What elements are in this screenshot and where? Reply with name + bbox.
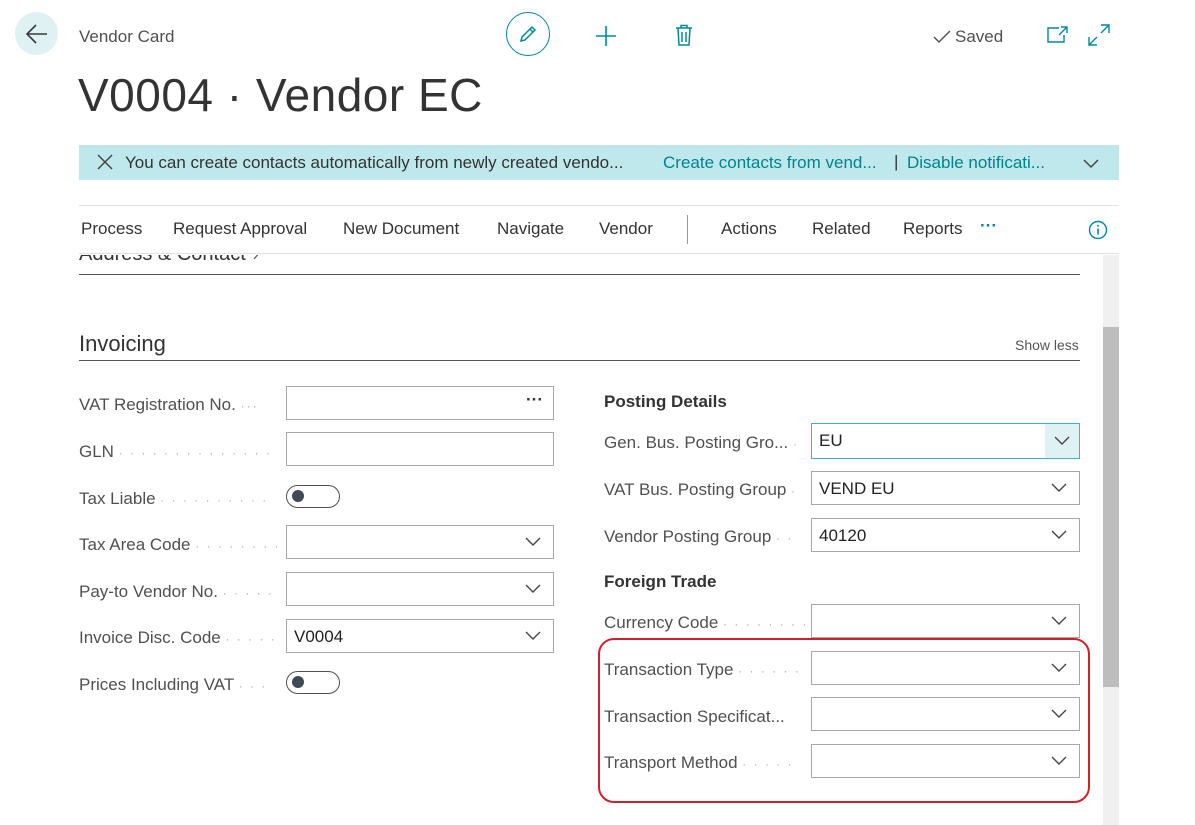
- saved-status: Saved: [933, 27, 1003, 47]
- section-divider: [79, 274, 1080, 275]
- action-bar-divider: [687, 215, 688, 244]
- invoice-disc-code-label: Invoice Disc. Code · · · · ·: [79, 628, 277, 647]
- tax-liable-toggle[interactable]: [286, 485, 340, 508]
- action-reports[interactable]: Reports: [903, 219, 963, 239]
- currency-code-field[interactable]: [811, 604, 1080, 638]
- page-title: V0004 · Vendor EC: [78, 69, 483, 121]
- action-request-approval[interactable]: Request Approval: [173, 219, 307, 239]
- show-less-link[interactable]: Show less: [1015, 337, 1079, 353]
- notification-message: You can create contacts automatically fr…: [125, 153, 624, 172]
- notification-bar: You can create contacts automatically fr…: [79, 145, 1119, 180]
- plus-icon: [596, 26, 616, 46]
- vat-registration-no-field[interactable]: ···: [286, 386, 554, 420]
- transaction-type-label: Transaction Type · · · · · ·: [604, 660, 801, 679]
- action-bar-top-divider: [79, 205, 1119, 206]
- assist-edit-button[interactable]: ···: [526, 390, 543, 410]
- edit-button[interactable]: [506, 12, 550, 56]
- delete-button[interactable]: [673, 23, 695, 47]
- close-icon: [97, 154, 113, 170]
- notification-expand-button[interactable]: [1083, 154, 1099, 174]
- vat-registration-no-label: VAT Registration No. ···: [79, 395, 259, 414]
- close-notification-button[interactable]: [96, 153, 114, 176]
- foreign-trade-title: Foreign Trade: [604, 572, 717, 591]
- action-vendor[interactable]: Vendor: [599, 219, 653, 239]
- action-bar: Process Request Approval New Document Na…: [79, 216, 1119, 245]
- chevron-down-icon: [525, 631, 541, 640]
- action-more[interactable]: ···: [980, 216, 997, 236]
- vat-bus-posting-group-field[interactable]: VEND EU: [811, 471, 1080, 505]
- prices-including-vat-label: Prices Including VAT · · ·: [79, 675, 268, 694]
- scrollbar-thumb[interactable]: [1103, 327, 1119, 687]
- new-button[interactable]: [594, 24, 618, 48]
- create-contacts-link[interactable]: Create contacts from vend...: [663, 153, 877, 173]
- chevron-down-icon: [1051, 483, 1067, 492]
- chevron-down-icon: [525, 537, 541, 546]
- gen-bus-posting-group-field[interactable]: EU: [811, 423, 1080, 459]
- action-new-document[interactable]: New Document: [343, 219, 459, 239]
- gln-field[interactable]: [286, 432, 554, 466]
- gen-bus-posting-group-label: Gen. Bus. Posting Gro... ·: [604, 433, 799, 452]
- section-address-contact[interactable]: Address & Contact: [79, 243, 263, 266]
- pay-to-vendor-no-label: Pay-to Vendor No. · · · · ·: [79, 582, 274, 601]
- chevron-down-icon: [1051, 663, 1067, 672]
- action-related[interactable]: Related: [812, 219, 871, 239]
- toggle-knob: [292, 676, 304, 688]
- chevron-down-icon: [1051, 756, 1067, 765]
- saved-label: Saved: [955, 27, 1004, 46]
- open-new-window-icon: [1047, 26, 1068, 43]
- action-actions[interactable]: Actions: [721, 219, 777, 239]
- invoice-disc-code-field[interactable]: V0004: [286, 619, 554, 653]
- breadcrumb: Vendor Card: [79, 27, 175, 46]
- info-icon: [1088, 220, 1108, 240]
- gln-label: GLN · · · · · · · · · · · · · ·: [79, 442, 272, 461]
- back-button[interactable]: [15, 12, 58, 55]
- currency-code-label: Currency Code · · · · · · · ·: [604, 613, 809, 632]
- vendor-posting-group-field[interactable]: 40120: [811, 518, 1080, 552]
- chevron-down-icon: [525, 584, 541, 593]
- transaction-specification-field[interactable]: [811, 697, 1080, 731]
- chevron-down-icon: [1054, 436, 1070, 445]
- info-button[interactable]: [1088, 220, 1108, 245]
- back-arrow-icon: [25, 23, 47, 44]
- transaction-type-field[interactable]: [811, 651, 1080, 685]
- checkmark-icon: [933, 30, 951, 43]
- action-navigate[interactable]: Navigate: [497, 219, 564, 239]
- action-bar-bottom-divider: [79, 253, 1119, 254]
- vat-bus-posting-group-label: VAT Bus. Posting Group ·: [604, 480, 798, 499]
- pay-to-vendor-no-field[interactable]: [286, 572, 554, 606]
- section-invoicing-title: Invoicing: [79, 331, 166, 356]
- tax-area-code-label: Tax Area Code · · · · · · · ·: [79, 535, 281, 554]
- transport-method-field[interactable]: [811, 744, 1080, 778]
- section-address-contact-label: Address & Contact: [79, 243, 246, 265]
- prices-including-vat-toggle[interactable]: [286, 671, 340, 694]
- expand-icon: [1088, 24, 1110, 46]
- posting-details-title: Posting Details: [604, 392, 727, 411]
- notification-separator: |: [894, 152, 899, 171]
- toggle-knob: [292, 490, 304, 502]
- section-divider: [79, 360, 1080, 361]
- chevron-down-icon: [1051, 709, 1067, 718]
- chevron-down-icon: [1083, 159, 1099, 169]
- tax-liable-label: Tax Liable · · · · · · · · · ·: [79, 489, 269, 508]
- open-new-window-button[interactable]: [1047, 25, 1069, 45]
- transaction-specification-label: Transaction Specificat...: [604, 707, 785, 726]
- vendor-posting-group-label: Vendor Posting Group · ·: [604, 527, 794, 546]
- transport-method-label: Transport Method · · · · ·: [604, 753, 794, 772]
- chevron-down-icon: [1051, 616, 1067, 625]
- action-process[interactable]: Process: [81, 219, 142, 239]
- trash-icon: [676, 24, 692, 46]
- tax-area-code-field[interactable]: [286, 525, 554, 559]
- chevron-down-icon: [1051, 530, 1067, 539]
- dropdown-button[interactable]: [1045, 424, 1079, 458]
- pencil-icon: [519, 25, 537, 43]
- expand-button[interactable]: [1088, 24, 1110, 46]
- disable-notifications-link[interactable]: Disable notificati...: [907, 153, 1045, 173]
